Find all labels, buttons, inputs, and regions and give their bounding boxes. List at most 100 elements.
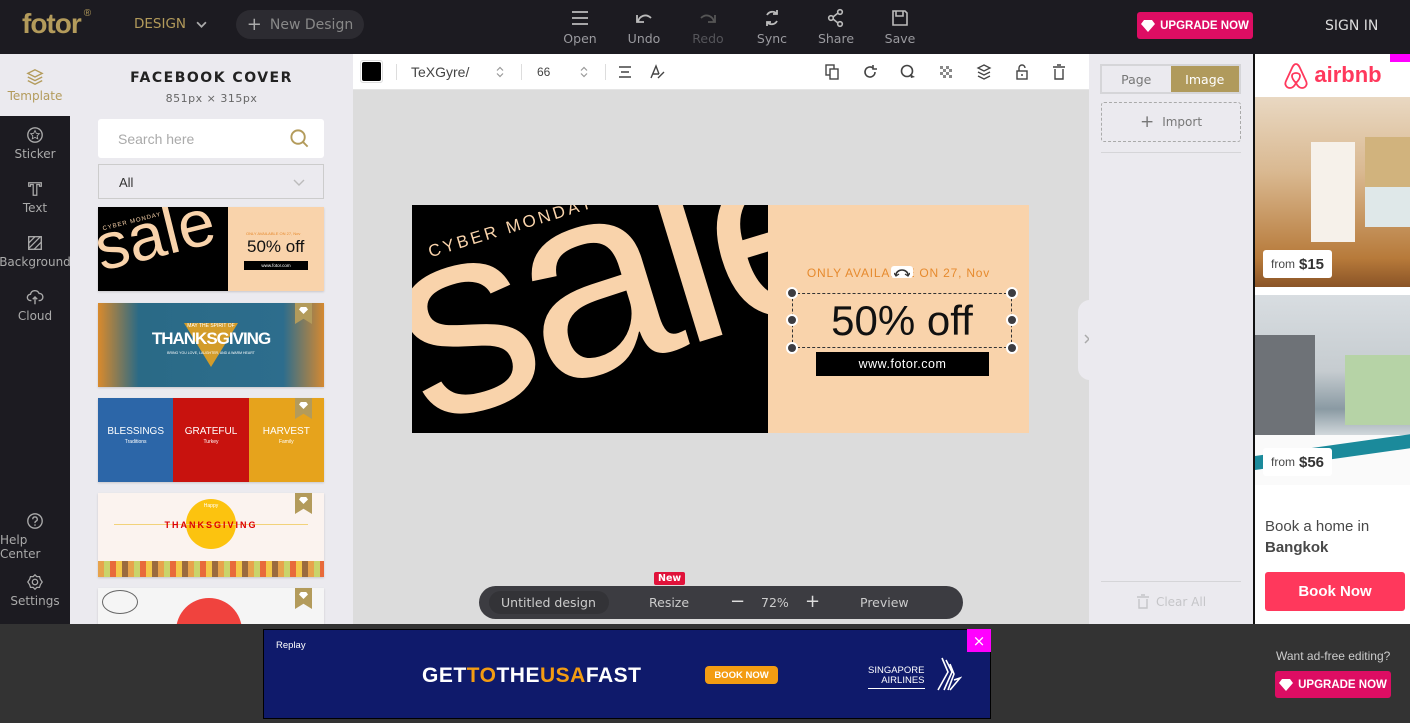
fotor-logo[interactable]: fotor ® — [22, 8, 91, 40]
share-button[interactable]: Share — [806, 8, 866, 46]
transparency-icon[interactable] — [937, 63, 955, 81]
search-icon[interactable] — [289, 128, 310, 149]
ad-choice-marker[interactable] — [1390, 54, 1410, 62]
upgrade-now-button[interactable]: UPGRADE NOW — [1137, 12, 1253, 39]
design-offer[interactable]: 50% off — [792, 293, 1012, 348]
resize-handle-left[interactable] — [786, 314, 798, 326]
clear-all-button[interactable]: Clear All — [1101, 594, 1241, 609]
font-size-input[interactable]: 66 — [537, 54, 550, 90]
card-trees — [98, 561, 324, 577]
price-value: $15 — [1299, 255, 1325, 273]
resize-handle-right[interactable] — [1006, 314, 1018, 326]
font-family-select[interactable]: TeXGyre/ — [411, 54, 469, 90]
card-sublabel: Family — [278, 439, 294, 445]
nav-sticker-label: Sticker — [14, 146, 56, 161]
template-card-cyber-monday[interactable]: CYBER MONDAY sale ONLY AVAILABLE ON 27, … — [98, 207, 324, 291]
design-headline[interactable]: sale — [412, 205, 768, 433]
airline-line-2: AIRLINES — [881, 675, 925, 686]
template-card-happy-thanksgiving[interactable]: Happy THANKSGIVING — [98, 493, 324, 577]
bottom-toolbar: Untitled design Resize New − 72% + Previ… — [479, 572, 963, 619]
redo-button[interactable]: Redo — [678, 8, 738, 46]
ad-book-now-button[interactable]: BOOK NOW — [705, 666, 778, 684]
resize-button[interactable]: Resize — [649, 595, 689, 610]
nav-settings-label: Settings — [10, 593, 60, 608]
price-from: from — [1271, 257, 1295, 271]
resize-handle-top-right[interactable] — [1006, 287, 1018, 299]
nav-background[interactable]: Background — [0, 224, 71, 278]
ad-headline: Book a home in Bangkok — [1265, 516, 1369, 558]
resize-handle-top-left[interactable] — [786, 287, 798, 299]
rotate-handle[interactable] — [891, 266, 913, 278]
headline-part: FAST — [585, 664, 642, 687]
listing-price-1: from $15 — [1263, 250, 1333, 278]
nav-cloud[interactable]: Cloud — [0, 278, 70, 332]
resize-handle-bottom-right[interactable] — [1006, 342, 1018, 354]
mask-icon[interactable] — [899, 63, 917, 81]
layers-icon[interactable] — [975, 63, 993, 81]
sign-in-link[interactable]: SIGN IN — [1325, 18, 1378, 34]
lock-icon[interactable] — [1013, 63, 1031, 81]
text-style-icon[interactable] — [648, 63, 666, 81]
sync-icon — [766, 10, 778, 26]
card-sublabel: Traditions — [124, 439, 147, 445]
separator — [605, 64, 606, 80]
card-headline: THANKSGIVING — [151, 329, 271, 348]
align-icon[interactable] — [616, 63, 634, 81]
card-sublabel: Turkey — [203, 439, 219, 445]
singapore-airlines-ad[interactable]: Replay GETTOTHEUSAFAST BOOK NOW SINGAPOR… — [263, 629, 991, 719]
upgrade-label: UPGRADE NOW — [1160, 19, 1249, 32]
nav-text[interactable]: Text — [0, 170, 70, 224]
template-card-sketch[interactable] — [98, 588, 324, 624]
category-select[interactable]: All — [98, 164, 324, 199]
airbnb-ad[interactable]: airbnb from $15 from $56 Book a home in Ba… — [1253, 54, 1410, 624]
headline-part: THE — [496, 664, 540, 687]
zoom-in-button[interactable]: + — [805, 591, 820, 612]
tab-image[interactable]: Image — [1170, 66, 1239, 92]
registered-mark: ® — [83, 8, 91, 19]
ad-close-button[interactable]: × — [967, 629, 991, 652]
font-stepper-icon[interactable] — [496, 66, 504, 78]
design-name-field[interactable]: Untitled design — [489, 591, 609, 614]
sync-button[interactable]: Sync — [742, 8, 802, 46]
preview-button[interactable]: Preview — [860, 595, 909, 610]
undo-button[interactable]: Undo — [614, 8, 674, 46]
nav-help-center[interactable]: Help Center — [0, 509, 70, 563]
tab-page[interactable]: Page — [1102, 66, 1171, 92]
import-button[interactable]: + Import — [1101, 102, 1241, 142]
headline-part: TO — [466, 664, 497, 687]
rotate-icon[interactable] — [861, 63, 879, 81]
upgrade-now-footer-button[interactable]: UPGRADE NOW — [1275, 671, 1391, 698]
zoom-out-button[interactable]: − — [730, 591, 745, 612]
trash-icon — [1136, 594, 1149, 609]
premium-badge — [295, 493, 312, 514]
delete-icon[interactable] — [1050, 63, 1068, 81]
template-card-thanksgiving[interactable]: MAY THE SPIRIT OF THANKSGIVING BRING YOU… — [98, 303, 324, 387]
design-menu-label: DESIGN — [134, 16, 187, 32]
open-button[interactable]: Open — [550, 8, 610, 46]
text-color-swatch[interactable] — [360, 60, 383, 83]
font-size-stepper-icon[interactable] — [580, 66, 588, 78]
resize-handle-bottom-left[interactable] — [786, 342, 798, 354]
book-now-button[interactable]: Book Now — [1265, 572, 1405, 611]
card-label: BLESSINGS — [107, 426, 165, 437]
nav-sticker[interactable]: Sticker — [0, 116, 70, 170]
nav-settings[interactable]: Settings — [0, 563, 70, 617]
text-color-fill — [362, 62, 381, 81]
undo-icon — [636, 14, 652, 23]
nav-template[interactable]: Template — [0, 54, 70, 116]
airbnb-logo: airbnb — [1255, 54, 1410, 96]
design-canvas[interactable]: CYBER MONDAY sale ONLY AVAILABLE ON 27, … — [412, 205, 1029, 433]
search-input[interactable] — [98, 119, 278, 158]
new-design-button[interactable]: + New Design — [236, 10, 364, 39]
template-card-blessings[interactable]: BLESSINGS Traditions GRATEFUL Turkey HARVE… — [98, 398, 324, 482]
save-button[interactable]: Save — [870, 8, 930, 46]
panel-collapse-handle[interactable] — [1078, 300, 1089, 380]
duplicate-icon[interactable] — [823, 63, 841, 81]
design-menu[interactable]: DESIGN — [134, 16, 207, 32]
import-label: Import — [1162, 115, 1203, 129]
redo-label: Redo — [692, 31, 724, 46]
window — [1345, 355, 1410, 425]
design-url[interactable]: www.fotor.com — [816, 352, 989, 376]
replay-button[interactable]: Replay — [276, 640, 306, 651]
cloud-upload-icon — [26, 289, 44, 304]
